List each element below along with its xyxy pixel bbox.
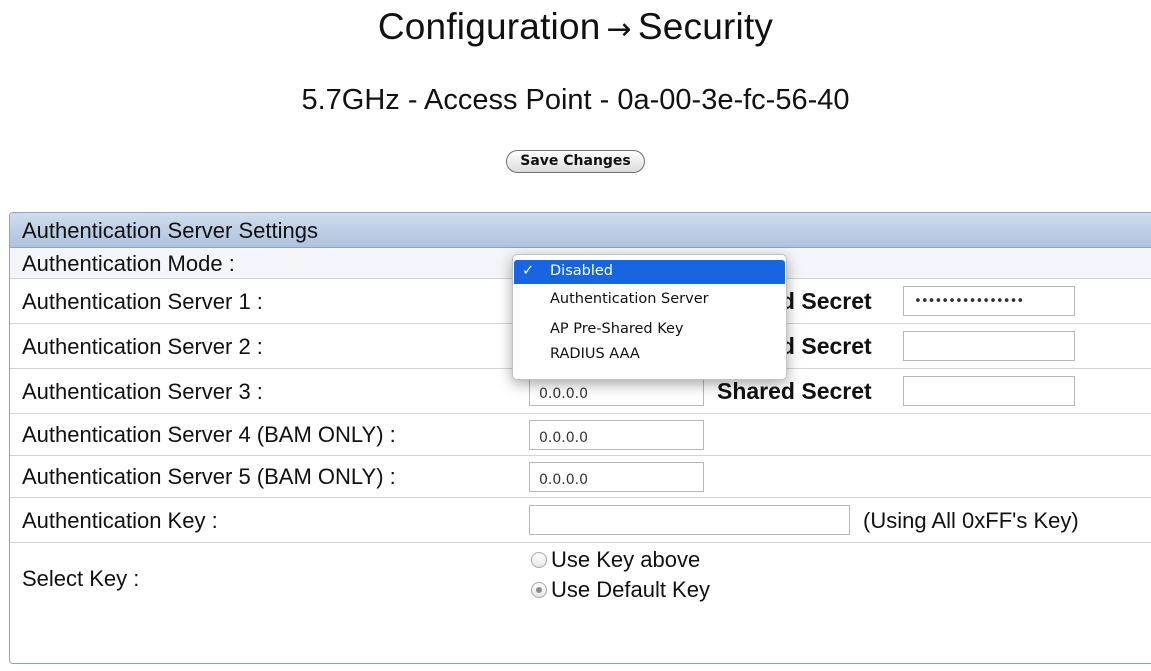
menu-item-label: AP Pre-Shared Key [550,321,684,337]
menu-item-disabled[interactable]: ✓ Disabled [514,260,785,284]
page-title: Configuration → Security [0,6,1151,48]
authentication-server-4-row: Authentication Server 4 (BAM ONLY) : 0.0… [10,414,1151,456]
use-key-above-label: Use Key above [551,547,701,572]
authentication-server-1-label: Authentication Server 1 : [22,289,263,314]
menu-item-authentication-server[interactable]: Authentication Server [514,288,785,312]
panel-header: Authentication Server Settings [10,213,1151,248]
save-area: Save Changes [0,150,1151,173]
radio-unchecked-icon[interactable] [531,552,547,569]
menu-item-radius-aaa[interactable]: RADIUS AAA [514,343,785,367]
select-key-row: Select Key : Use Key above Use Default K… [10,543,1151,613]
authentication-mode-dropdown-menu[interactable]: ✓ Disabled Authentication Server AP Pre-… [512,254,787,380]
checkmark-icon: ✓ [522,263,535,279]
menu-item-label: RADIUS AAA [550,346,640,362]
menu-item-ap-pre-shared-key[interactable]: AP Pre-Shared Key [514,318,785,342]
authentication-server-2-label: Authentication Server 2 : [22,334,263,359]
authentication-key-label: Authentication Key : [22,508,218,533]
shared-secret-3-label: Shared Secret [717,378,872,404]
radio-checked-icon[interactable] [531,582,547,599]
use-default-key-label: Use Default Key [551,577,710,602]
authentication-key-row: Authentication Key : (Using All 0xFF's K… [10,498,1151,543]
authentication-server-5-input[interactable]: 0.0.0.0 [529,462,704,492]
authentication-server-3-label: Authentication Server 3 : [22,379,263,404]
shared-secret-1-input[interactable]: •••••••••••••••• [903,286,1075,316]
right-arrow-icon: → [606,12,632,47]
device-title: 5.7GHz - Access Point - 0a-00-3e-fc-56-4… [301,84,850,116]
save-changes-button[interactable]: Save Changes [506,150,645,173]
authentication-server-4-input[interactable]: 0.0.0.0 [529,420,704,450]
authentication-server-5-label: Authentication Server 5 (BAM ONLY) : [22,464,396,489]
page-title-subsection: Security [637,6,774,47]
select-key-label: Select Key : [22,566,140,591]
authentication-key-input[interactable] [529,505,850,535]
menu-item-label: Disabled [550,263,613,279]
use-key-above-option[interactable]: Use Key above [531,547,700,573]
authentication-key-note: (Using All 0xFF's Key) [863,508,1079,533]
use-default-key-option[interactable]: Use Default Key [531,577,710,603]
authentication-server-4-label: Authentication Server 4 (BAM ONLY) : [22,422,396,447]
menu-item-label: Authentication Server [550,291,709,307]
shared-secret-3-input[interactable] [903,376,1075,406]
shared-secret-2-input[interactable] [903,331,1075,361]
page-title-section: Configuration [377,6,601,47]
authentication-server-5-row: Authentication Server 5 (BAM ONLY) : 0.0… [10,456,1151,498]
authentication-mode-label: Authentication Mode : [22,251,235,276]
authentication-server-3-input[interactable]: 0.0.0.0 [529,376,704,406]
